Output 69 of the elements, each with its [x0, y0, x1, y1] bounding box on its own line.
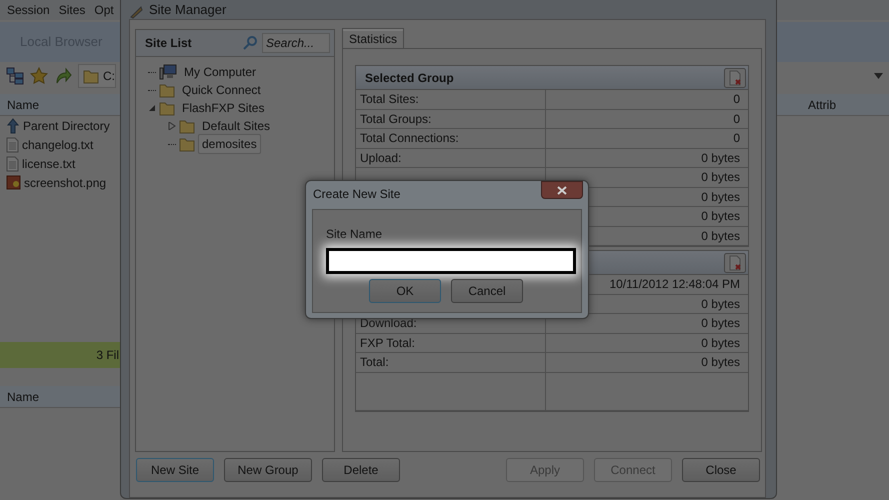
folder-icon — [179, 136, 195, 152]
site-tree-icon[interactable] — [6, 67, 24, 85]
tree-item[interactable]: FlashFXP Sites — [178, 98, 268, 118]
file-name[interactable]: license.txt — [22, 154, 76, 172]
delete-document-icon[interactable] — [724, 68, 746, 88]
delete-document-icon[interactable] — [724, 252, 746, 272]
stat-value: 0 bytes — [701, 188, 740, 206]
tab[interactable]: Statistics — [342, 28, 404, 49]
dialog-button[interactable]: Delete — [322, 458, 400, 482]
tree-item[interactable]: demosites — [198, 134, 261, 154]
stat-value: 0 bytes — [701, 150, 740, 166]
folder-icon — [83, 68, 99, 84]
collapse-triangle-icon[interactable] — [148, 104, 156, 112]
stat-value: 0 bytes — [701, 315, 740, 332]
field-label: Site Name — [326, 226, 384, 243]
up-arrow-icon — [6, 118, 20, 134]
stat-label: Upload: — [356, 148, 546, 167]
menu-item[interactable]: Session — [7, 1, 50, 19]
folder-icon — [179, 118, 195, 134]
stat-value: 0 bytes — [701, 208, 740, 225]
stat-value: 0 bytes — [701, 169, 740, 186]
tree-item[interactable]: Quick Connect — [178, 80, 265, 100]
file-name[interactable]: screenshot.png — [24, 174, 106, 192]
stat-label: Total Groups: — [356, 110, 546, 128]
menu-item[interactable]: Sites — [58, 1, 86, 19]
dialog-button[interactable]: Cancel — [451, 279, 523, 303]
star-icon[interactable] — [30, 67, 48, 85]
stat-label: Total Sites: — [356, 90, 546, 108]
site-name-field[interactable] — [326, 248, 576, 274]
menu-item[interactable]: Opt — [94, 1, 114, 19]
computer-icon — [159, 64, 177, 80]
close-button[interactable] — [541, 181, 583, 199]
close-icon — [557, 186, 567, 194]
folder-icon — [159, 100, 175, 116]
path-text: C: — [103, 68, 115, 85]
stat-value: 0 — [733, 91, 740, 108]
tree-item[interactable]: Default Sites — [198, 116, 274, 136]
stat-value: 0 — [733, 110, 740, 128]
text-file-icon — [6, 156, 19, 172]
stat-label: Total Connections: — [356, 129, 546, 148]
curved-arrow-icon[interactable] — [54, 67, 72, 85]
tree-item[interactable]: My Computer — [180, 62, 260, 82]
dialog-button[interactable]: New Group — [224, 458, 312, 482]
stat-value: 10/11/2012 12:48:04 PM — [609, 276, 740, 293]
search-icon — [242, 35, 258, 51]
stat-value: 0 bytes — [701, 228, 740, 244]
dialog-button[interactable]: Close — [682, 458, 760, 482]
dropdown-arrow-icon[interactable] — [874, 73, 883, 79]
dialog-title: Create New Site — [313, 186, 400, 203]
expand-triangle-icon[interactable] — [168, 122, 176, 130]
status-text: 3 Fil — [96, 347, 119, 364]
file-name[interactable]: Parent Directory — [23, 116, 110, 134]
group-title: Selected Group — [365, 70, 454, 86]
window-title: Site Manager — [149, 0, 226, 19]
folder-icon — [159, 82, 175, 98]
panel-title: Site List — [145, 35, 192, 52]
dialog-button[interactable]: OK — [369, 279, 441, 303]
dialog-button[interactable]: New Site — [136, 458, 214, 482]
text-file-icon — [6, 136, 19, 152]
file-name[interactable]: changelog.txt — [22, 136, 94, 154]
stat-value: 0 — [733, 130, 740, 147]
search-field[interactable]: Search... — [262, 33, 330, 53]
stat-value: 0 bytes — [701, 296, 740, 312]
stat-value: 0 bytes — [701, 334, 740, 352]
image-file-icon — [6, 175, 21, 190]
stat-label: FXP Total: — [356, 334, 546, 352]
column-header[interactable]: Attrib — [808, 96, 836, 114]
stat-value: 0 bytes — [701, 354, 740, 371]
stat-label: Total: — [356, 353, 546, 372]
